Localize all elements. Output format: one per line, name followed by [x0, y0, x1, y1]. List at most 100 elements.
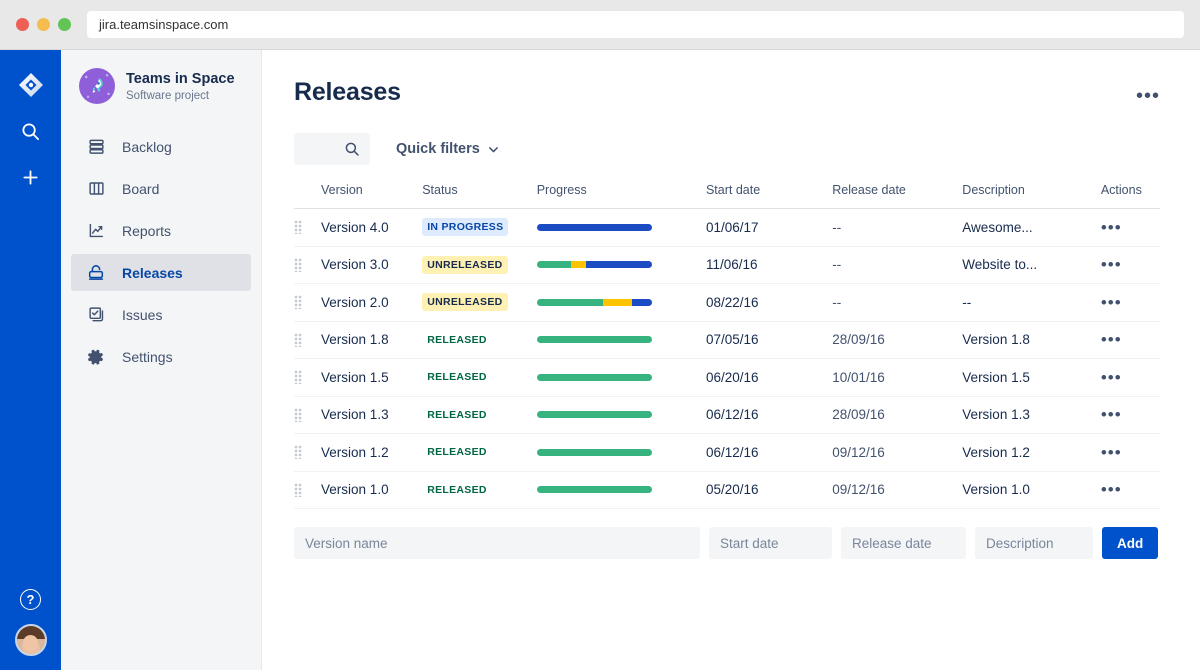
- progress-segment-done: [536, 336, 652, 344]
- start-date: 01/06/17: [705, 219, 759, 235]
- row-actions-button[interactable]: •••: [1101, 368, 1122, 387]
- table-row[interactable]: Version 2.0 UNRELEASED 08/22/16 -- -- ••…: [294, 284, 1160, 321]
- description: Version 1.2: [962, 444, 1030, 460]
- quick-filters-dropdown[interactable]: Quick filters: [396, 141, 500, 157]
- board-icon: [85, 178, 107, 200]
- table-row[interactable]: Version 3.0 UNRELEASED 11/06/16 -- Websi…: [294, 246, 1160, 284]
- start-date-input[interactable]: [709, 527, 832, 559]
- description: Website to...: [962, 257, 1038, 273]
- sidebar-item-board[interactable]: Board: [71, 170, 251, 207]
- version-name-input[interactable]: [294, 527, 700, 559]
- search-icon: [345, 142, 359, 156]
- column-header-progress: Progress: [536, 183, 587, 197]
- sidebar-item-label: Board: [122, 180, 160, 197]
- progress-bar: [536, 486, 652, 494]
- status-badge: RELEASED: [427, 446, 487, 459]
- help-icon[interactable]: ?: [20, 589, 41, 610]
- start-date: 06/12/16: [705, 407, 759, 423]
- description-input[interactable]: [975, 527, 1093, 559]
- column-header-drag: [294, 183, 321, 209]
- search-input[interactable]: [294, 133, 370, 165]
- drag-handle[interactable]: [294, 370, 302, 385]
- progress-bar: [536, 223, 652, 231]
- avatar[interactable]: [14, 624, 47, 656]
- row-actions-button[interactable]: •••: [1101, 405, 1122, 424]
- version-name: Version 1.2: [321, 444, 389, 460]
- column-header-description: Description: [962, 183, 1025, 197]
- issues-icon: [85, 304, 107, 326]
- page-more-actions-button[interactable]: •••: [1136, 78, 1160, 106]
- close-window-button[interactable]: [16, 18, 29, 31]
- release-date: --: [832, 294, 842, 310]
- minimize-window-button[interactable]: [37, 18, 50, 31]
- table-row[interactable]: Version 1.8 RELEASED 07/05/16 28/09/16 V…: [294, 321, 1160, 359]
- start-date: 06/20/16: [705, 369, 759, 385]
- browser-chrome: jira.teamsinspace.com: [0, 0, 1200, 50]
- quick-filters-label: Quick filters: [396, 141, 480, 157]
- plus-icon[interactable]: [14, 160, 48, 194]
- row-actions-button[interactable]: •••: [1101, 330, 1122, 349]
- sidebar-item-settings[interactable]: Settings: [71, 338, 251, 375]
- drag-handle[interactable]: [294, 332, 302, 347]
- sidebar-item-backlog[interactable]: Backlog: [71, 128, 251, 165]
- version-name: Version 1.5: [321, 369, 389, 385]
- search-icon[interactable]: [14, 114, 48, 148]
- settings-icon: [85, 346, 107, 368]
- table-row[interactable]: Version 1.5 RELEASED 06/20/16 10/01/16 V…: [294, 359, 1160, 396]
- address-bar-url: jira.teamsinspace.com: [99, 17, 229, 32]
- start-date: 11/06/16: [705, 257, 758, 273]
- drag-handle[interactable]: [294, 407, 302, 422]
- column-header-release-date: Release date: [832, 183, 906, 197]
- release-date: 28/09/16: [832, 407, 885, 423]
- drag-handle[interactable]: [294, 445, 302, 460]
- release-date: --: [832, 219, 842, 235]
- description: Version 1.5: [962, 369, 1030, 385]
- project-sidebar: Teams in Space Software project Backlog: [61, 50, 262, 670]
- row-actions-button[interactable]: •••: [1101, 218, 1122, 237]
- description: Awesome...: [962, 219, 1033, 235]
- add-button[interactable]: Add: [1102, 527, 1159, 559]
- releases-table: Version Status Progress Start date Relea…: [294, 183, 1160, 509]
- release-date: 09/12/16: [832, 444, 885, 460]
- table-row[interactable]: Version 1.2 RELEASED 06/12/16 09/12/16 V…: [294, 434, 1160, 471]
- version-name: Version 1.0: [321, 482, 389, 498]
- global-nav-rail: ?: [0, 50, 61, 670]
- release-date-input[interactable]: [841, 527, 966, 559]
- start-date: 06/12/16: [705, 444, 759, 460]
- sidebar-item-releases[interactable]: Releases: [71, 254, 251, 291]
- row-actions-button[interactable]: •••: [1101, 293, 1122, 312]
- row-actions-button[interactable]: •••: [1101, 255, 1122, 274]
- drag-handle[interactable]: [294, 257, 302, 272]
- jira-logo-icon[interactable]: [14, 68, 48, 102]
- release-date: --: [832, 257, 842, 273]
- row-actions-button[interactable]: •••: [1101, 480, 1122, 499]
- version-name: Version 2.0: [321, 294, 389, 310]
- project-header[interactable]: Teams in Space Software project: [61, 68, 261, 104]
- description: Version 1.0: [962, 482, 1030, 498]
- progress-segment-inprogress: [603, 298, 633, 306]
- drag-handle[interactable]: [294, 220, 302, 235]
- app-frame: ? Teams in Space Software project Backlo…: [0, 50, 1200, 670]
- row-actions-button[interactable]: •••: [1101, 443, 1122, 462]
- maximize-window-button[interactable]: [58, 18, 71, 31]
- sidebar-item-reports[interactable]: Reports: [71, 212, 251, 249]
- status-badge: RELEASED: [427, 371, 487, 384]
- releases-icon: [85, 262, 107, 284]
- description: Version 1.3: [962, 407, 1030, 423]
- page-header: Releases •••: [294, 78, 1160, 107]
- drag-handle[interactable]: [294, 295, 302, 310]
- release-date: 28/09/16: [832, 332, 885, 348]
- progress-segment-todo: [536, 223, 652, 231]
- status-badge: RELEASED: [427, 483, 487, 496]
- table-header: Version Status Progress Start date Relea…: [294, 183, 1160, 209]
- progress-bar: [536, 261, 652, 269]
- backlog-icon: [85, 136, 107, 158]
- table-row[interactable]: Version 1.3 RELEASED 06/12/16 28/09/16 V…: [294, 396, 1160, 434]
- drag-handle[interactable]: [294, 482, 302, 497]
- toolbar: Quick filters: [294, 133, 1160, 165]
- release-date: 09/12/16: [832, 482, 885, 498]
- sidebar-item-issues[interactable]: Issues: [71, 296, 251, 333]
- table-row[interactable]: Version 1.0 RELEASED 05/20/16 09/12/16 V…: [294, 471, 1160, 509]
- address-bar[interactable]: jira.teamsinspace.com: [87, 11, 1184, 38]
- table-row[interactable]: Version 4.0 IN PROGRESS 01/06/17 -- Awes…: [294, 209, 1160, 246]
